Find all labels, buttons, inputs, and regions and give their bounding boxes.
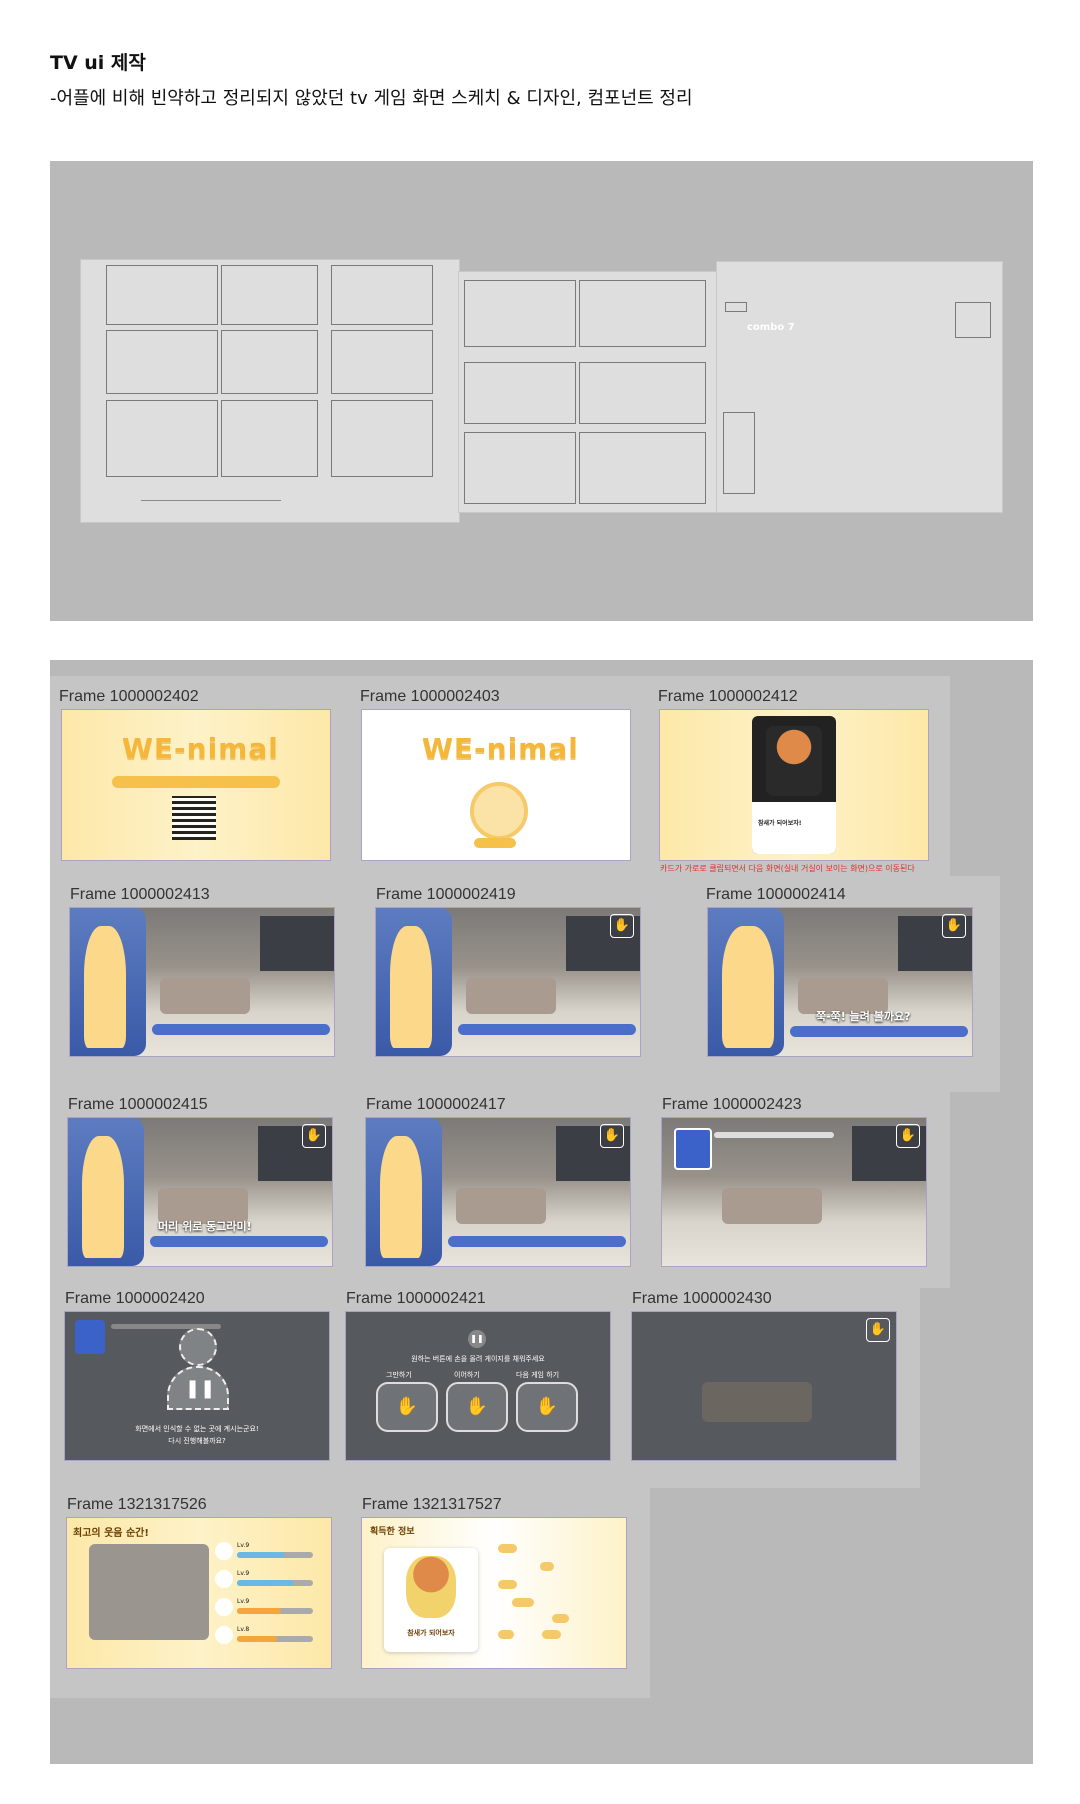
continue-label: 이어하기 [454, 1371, 480, 1379]
frame-2421-thumb[interactable]: ❚❚ 원하는 버튼에 손을 올려 게이지를 채워주세요 그만하기 이어하기 다음… [346, 1312, 610, 1460]
warning-line-2: 다시 진행해볼까요? [168, 1437, 226, 1445]
frame-label: Frame 1321317526 [67, 1496, 207, 1513]
frame-2402-thumb[interactable]: WE-nimal [62, 710, 330, 860]
frame-2403-thumb[interactable]: WE-nimal [362, 710, 630, 860]
frame-label: Frame 1000002419 [376, 886, 516, 903]
app-logo: WE-nimal [422, 732, 579, 765]
guide-bar [152, 1024, 330, 1035]
head-outline [179, 1328, 217, 1366]
best-moment-photo [89, 1544, 209, 1640]
character-figure [406, 1556, 456, 1618]
info-pill [112, 776, 280, 788]
hand-icon[interactable]: ✋ [866, 1318, 890, 1342]
guide-bar [448, 1236, 626, 1247]
pose-silhouette [380, 1136, 422, 1258]
frame-1526-thumb[interactable]: 최고의 웃음 순간! Lv.9 Lv.9 Lv.9 Lv.8 [67, 1518, 331, 1668]
frame-1527-thumb[interactable]: 획득한 정보 참새가 되어보자 [362, 1518, 626, 1668]
info-title: 획득한 정보 [370, 1527, 415, 1537]
guide-bar [150, 1236, 328, 1247]
menu-prompt: 원하는 버튼에 손을 올려 게이지를 채워주세요 [411, 1355, 545, 1363]
hand-icon[interactable]: ✋ [896, 1124, 920, 1148]
frame-label: Frame 1000002414 [706, 886, 846, 903]
pose-silhouette [722, 926, 774, 1048]
user-name-pill [474, 838, 516, 848]
pose-silhouette [390, 926, 432, 1048]
guide-bar [790, 1026, 968, 1037]
frame-label: Frame 1000002415 [68, 1096, 208, 1113]
pause-icon: ❚❚ [185, 1378, 216, 1399]
stop-label: 그만하기 [386, 1371, 412, 1379]
guide-bar [458, 1024, 636, 1035]
frame-2419-thumb[interactable]: ✋ [376, 908, 640, 1056]
mini-pose-card [75, 1320, 105, 1354]
hand-icon[interactable]: ✋ [942, 914, 966, 938]
hand-icon[interactable]: ✋ [600, 1124, 624, 1148]
frame-label: Frame 1321317527 [362, 1496, 502, 1513]
pose-silhouette [84, 926, 126, 1048]
character-card: 참새가 되어보자! [752, 716, 836, 854]
qr-code [172, 796, 216, 840]
rank-avatar [215, 1598, 233, 1616]
level-label: Lv.9 [237, 1570, 250, 1577]
card-caption: 참새가 되어보자 [407, 1629, 455, 1637]
rank-avatar [215, 1542, 233, 1560]
frame-label: Frame 1000002413 [70, 886, 210, 903]
pose-silhouette [82, 1136, 124, 1258]
rank-avatar [215, 1626, 233, 1644]
frame-2415-thumb[interactable]: ✋ 머리 위로 동그라미! [68, 1118, 332, 1266]
frame-label: Frame 1000002430 [632, 1290, 772, 1307]
frame-2413-thumb[interactable] [70, 908, 334, 1056]
level-label: Lv.9 [237, 1598, 250, 1605]
frame-label: Frame 1000002412 [658, 688, 798, 705]
pause-icon: ❚❚ [468, 1330, 486, 1348]
frame-label: Frame 1000002417 [366, 1096, 506, 1113]
frame-label: Frame 1000002421 [346, 1290, 486, 1307]
next-game-button[interactable]: ✋ [516, 1382, 578, 1432]
frame-2412-thumb[interactable]: 참새가 되어보자! [660, 710, 928, 860]
continue-button[interactable]: ✋ [446, 1382, 508, 1432]
character-figure [766, 726, 822, 796]
frame-label: Frame 1000002423 [662, 1096, 802, 1113]
frame-2430-thumb[interactable]: ✋ [632, 1312, 896, 1460]
page-subtitle: -어플에 비해 빈약하고 정리되지 않았던 tv 게임 화면 스케치 & 디자인… [50, 88, 693, 109]
frame-2420-thumb[interactable]: ❚❚ 화면에서 인식할 수 없는 곳에 계시는군요! 다시 진행해볼까요? [65, 1312, 329, 1460]
sketch-paper-3: combo 7 [716, 261, 1003, 513]
pose-caption: 쭉-쭉! 늘려 볼까요? [816, 1010, 911, 1023]
frame-2414-thumb[interactable]: ✋ 쭉-쭉! 늘려 볼까요? [708, 908, 972, 1056]
page-title: TV ui 제작 [50, 52, 146, 74]
avatar [470, 782, 528, 840]
frame-label: Frame 1000002420 [65, 1290, 205, 1307]
frames-panel: Frame 1000002402 Frame 1000002403 Frame … [50, 660, 1033, 1764]
result-title: 최고의 웃음 순간! [73, 1528, 149, 1539]
combo-label: combo 7 [747, 322, 795, 333]
warning-line-1: 화면에서 인식할 수 없는 곳에 계시는군요! [135, 1425, 259, 1433]
frame-2423-thumb[interactable]: ✋ [662, 1118, 926, 1266]
level-label: Lv.9 [237, 1542, 250, 1549]
pose-caption: 머리 위로 동그라미! [158, 1220, 252, 1233]
character-card: 참새가 되어보자 [384, 1548, 478, 1652]
card-title: 참새가 되어보자! [758, 820, 802, 827]
level-label: Lv.8 [237, 1626, 250, 1633]
sketch-panel: combo 7 [50, 161, 1033, 621]
hand-icon[interactable]: ✋ [302, 1124, 326, 1148]
frame-label: Frame 1000002402 [59, 688, 199, 705]
rank-avatar [215, 1570, 233, 1588]
sketch-paper-1 [80, 259, 460, 523]
transition-note: 카드가 가로로 클립되면서 다음 화면(실내 거실이 보이는 화면)으로 이동된… [660, 864, 915, 873]
frame-2417-thumb[interactable]: ✋ [366, 1118, 630, 1266]
app-logo: WE-nimal [122, 732, 279, 765]
card-body [752, 802, 836, 854]
mini-pose-card [674, 1128, 712, 1170]
progress-track [714, 1132, 834, 1138]
sketch-paper-2 [458, 271, 718, 513]
frame-label: Frame 1000002403 [360, 688, 500, 705]
hand-icon[interactable]: ✋ [610, 914, 634, 938]
next-game-label: 다음 게임 하기 [516, 1371, 560, 1379]
stop-button[interactable]: ✋ [376, 1382, 438, 1432]
